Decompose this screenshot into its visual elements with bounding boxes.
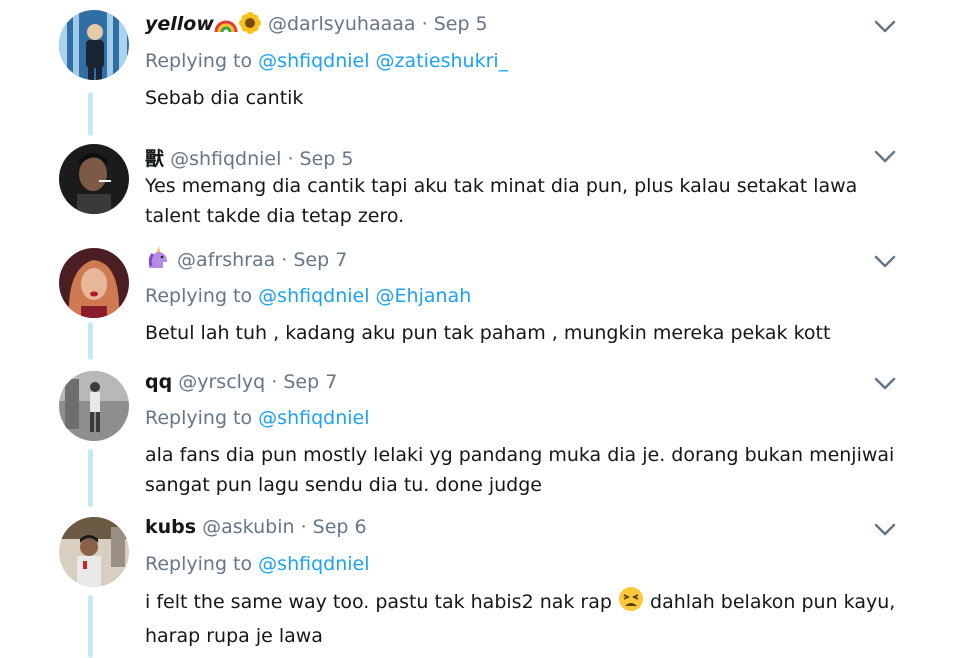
tweet-text: Sebab dia cantik <box>145 87 304 109</box>
tweet-header: qq @yrsclyq · Sep 7 <box>145 371 337 393</box>
rainbow-icon <box>214 14 238 39</box>
timestamp[interactable]: Sep 6 <box>313 516 367 538</box>
separator: · <box>300 516 307 538</box>
handle[interactable]: @darlsyuhaaaa <box>268 13 416 35</box>
avatar[interactable] <box>59 371 129 441</box>
avatar[interactable] <box>59 517 129 587</box>
handle[interactable]: @shfiqdniel <box>170 148 281 170</box>
mention-link[interactable]: @Ehjanah <box>376 285 472 307</box>
handle[interactable]: @yrsclyq <box>178 371 265 393</box>
separator: · <box>281 249 288 271</box>
separator: · <box>421 13 428 35</box>
tweet-header: kubs @askubin · Sep 6 <box>145 516 367 538</box>
unicorn-icon <box>145 246 171 275</box>
handle[interactable]: @askubin <box>202 516 294 538</box>
replying-label: Replying to <box>145 285 253 307</box>
tweet-header: yellow @darlsyuhaaaa · Sep 5 <box>145 12 488 39</box>
tweet-text-part: i felt the same way too. pastu tak habis… <box>145 591 612 613</box>
thread-line <box>88 595 93 658</box>
chevron-down-icon[interactable] <box>874 20 896 34</box>
avatar[interactable] <box>59 10 129 80</box>
replying-label: Replying to <box>145 407 253 429</box>
chevron-down-icon[interactable] <box>874 150 896 164</box>
avatar[interactable] <box>59 248 129 318</box>
separator: · <box>271 371 278 393</box>
mention-link[interactable]: @shfiqdniel <box>258 285 369 307</box>
replying-label: Replying to <box>145 553 253 575</box>
tired-face-icon <box>618 586 644 621</box>
tweet-text: ala fans dia pun mostly lelaki yg pandan… <box>145 444 895 496</box>
tweet-text: Betul lah tuh , kadang aku pun tak paham… <box>145 322 831 344</box>
chevron-down-icon[interactable] <box>874 255 896 269</box>
tweet-2: 獸 @shfiqdniel · Sep 5 Yes memang dia can… <box>0 140 954 240</box>
avatar[interactable] <box>59 144 129 214</box>
timestamp[interactable]: Sep 5 <box>300 148 354 170</box>
tweet-5: kubs @askubin · Sep 6 Replying to @shfiq… <box>0 513 954 658</box>
sunflower-icon <box>238 12 262 39</box>
timestamp[interactable]: Sep 5 <box>434 13 488 35</box>
display-name[interactable]: kubs <box>145 516 196 538</box>
display-name[interactable]: qq <box>145 371 172 393</box>
handle[interactable]: @afrshraa <box>177 249 275 271</box>
tweet-header: @afrshraa · Sep 7 <box>145 246 347 275</box>
display-name[interactable]: 獸 <box>145 148 164 170</box>
tweet-4: qq @yrsclyq · Sep 7 Replying to @shfiqdn… <box>0 365 954 513</box>
replying-to: Replying to @shfiqdniel @zatieshukri_ <box>145 50 508 72</box>
chevron-down-icon[interactable] <box>874 377 896 391</box>
tweet-text: i felt the same way too. pastu tak habis… <box>145 586 905 651</box>
replying-label: Replying to <box>145 50 253 72</box>
tweet-text-part: dahlah belakon pun kayu, <box>650 591 896 613</box>
tweet-3: @afrshraa · Sep 7 Replying to @shfiqdnie… <box>0 240 954 365</box>
thread-line <box>88 449 93 507</box>
separator: · <box>287 148 294 170</box>
tweet-header: 獸 @shfiqdniel · Sep 5 <box>145 144 353 171</box>
display-name[interactable]: yellow <box>145 13 214 35</box>
tweet-1: yellow @darlsyuhaaaa · Sep 5 Replying to… <box>0 0 954 140</box>
mention-link[interactable]: @shfiqdniel <box>258 50 369 72</box>
chevron-down-icon[interactable] <box>874 523 896 537</box>
replying-to: Replying to @shfiqdniel @Ehjanah <box>145 285 471 307</box>
mention-link[interactable]: @zatieshukri_ <box>376 50 509 72</box>
thread-line <box>88 322 93 360</box>
mention-link[interactable]: @shfiqdniel <box>258 553 369 575</box>
timestamp[interactable]: Sep 7 <box>293 249 347 271</box>
replying-to: Replying to @shfiqdniel <box>145 553 370 575</box>
tweet-text-part: harap rupa je lawa <box>145 625 323 647</box>
thread-line <box>88 92 93 136</box>
mention-link[interactable]: @shfiqdniel <box>258 407 369 429</box>
replying-to: Replying to @shfiqdniel <box>145 407 370 429</box>
tweet-text: Yes memang dia cantik tapi aku tak minat… <box>145 175 858 227</box>
timestamp[interactable]: Sep 7 <box>283 371 337 393</box>
